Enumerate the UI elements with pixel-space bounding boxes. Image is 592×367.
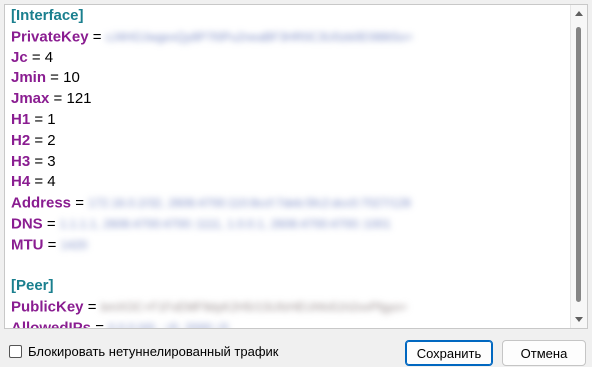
config-line: H3 = 3: [11, 152, 567, 173]
config-key: H2: [11, 131, 31, 149]
section-header: [Peer]: [11, 277, 54, 295]
config-key: H4: [11, 173, 31, 191]
config-value: 2: [47, 131, 56, 149]
equals-sign: =: [49, 90, 67, 108]
config-key: PrivateKey: [11, 28, 89, 46]
config-value-redacted: bmXOC+F1FxEMF9dyK2H5/1SUfzHEUhfo51h2ovPf…: [100, 300, 408, 315]
config-key: Jmin: [11, 69, 47, 87]
scroll-up-icon[interactable]: [575, 11, 583, 16]
config-line: AllowedIPs = 0.0.0.0/0, ::/0, 2000::/3: [11, 318, 567, 329]
config-key: H3: [11, 152, 31, 170]
equals-sign: =: [27, 48, 45, 66]
vertical-scrollbar[interactable]: [570, 5, 587, 328]
config-line: H2 = 2: [11, 131, 567, 152]
cancel-button[interactable]: Отмена: [502, 340, 586, 366]
equals-sign: =: [46, 69, 64, 87]
config-line: DNS = 1.1.1.1, 2606:4700:4700::1111, 1.0…: [11, 214, 567, 235]
config-key: Jc: [11, 48, 28, 66]
scroll-thumb[interactable]: [576, 27, 581, 302]
config-line: Jmax = 121: [11, 89, 567, 110]
config-key: AllowedIPs: [11, 319, 92, 329]
config-value: 1: [47, 110, 56, 128]
checkbox-icon[interactable]: [9, 345, 22, 358]
config-key: Jmax: [11, 90, 50, 108]
section-header: [Interface]: [11, 7, 84, 24]
config-value-redacted: 0.0.0.0/0, ::/0, 2000::/3: [108, 320, 229, 329]
config-key: Address: [11, 194, 72, 212]
checkbox-label: Блокировать нетуннелированный трафик: [28, 344, 279, 359]
equals-sign: =: [30, 173, 48, 191]
config-value: 4: [47, 173, 56, 191]
config-key: DNS: [11, 215, 43, 233]
config-line: H4 = 4: [11, 172, 567, 193]
config-value: 121: [66, 90, 92, 108]
config-line: [Peer]: [11, 276, 567, 297]
config-line: H1 = 1: [11, 110, 567, 131]
equals-sign: =: [30, 152, 48, 170]
config-value: 4: [44, 48, 54, 66]
equals-sign: =: [30, 110, 48, 128]
config-text-lines[interactable]: [Interface] PrivateKey = cJ4HOJwgexQy8P7l…: [11, 6, 567, 329]
config-value-redacted: 1.1.1.1, 2606:4700:4700::1111, 1.0.0.1, …: [59, 216, 391, 231]
block-untunneled-checkbox[interactable]: Блокировать нетуннелированный трафик: [9, 344, 278, 359]
equals-sign: =: [88, 28, 106, 46]
config-line: Jc = 4: [11, 48, 567, 69]
config-value-redacted: cJ4HOJwgexQy8P7l0Pu2neaBF3HR0C3U0zb0E088…: [105, 29, 413, 44]
equals-sign: =: [30, 131, 48, 149]
config-line: Address = 172.16.0.2/32, 2606:4700:110:8…: [11, 193, 567, 214]
equals-sign: =: [71, 194, 89, 212]
config-line: [Interface]: [11, 6, 567, 27]
equals-sign: =: [91, 319, 109, 329]
equals-sign: =: [42, 215, 60, 233]
config-line: [11, 256, 567, 277]
config-key: MTU: [11, 236, 44, 254]
config-line: PublicKey = bmXOC+F1FxEMF9dyK2H5/1SUfzHE…: [11, 297, 567, 318]
config-key: PublicKey: [11, 298, 84, 316]
equals-sign: =: [43, 236, 61, 254]
config-line: MTU = 1420: [11, 235, 567, 256]
config-value: 10: [63, 69, 80, 87]
scroll-down-icon[interactable]: [575, 317, 583, 322]
config-line: Jmin = 10: [11, 68, 567, 89]
config-value-redacted: 172.16.0.2/32, 2606:4700:110:8ccf:7deb:5…: [88, 196, 411, 211]
config-key: H1: [11, 110, 31, 128]
save-button[interactable]: Сохранить: [405, 340, 493, 366]
dialog-footer: Блокировать нетуннелированный трафик Сох…: [0, 333, 592, 367]
config-line: PrivateKey = cJ4HOJwgexQy8P7l0Pu2neaBF3H…: [11, 27, 567, 48]
config-editor[interactable]: [Interface] PrivateKey = cJ4HOJwgexQy8P7l…: [4, 4, 588, 329]
equals-sign: =: [83, 298, 101, 316]
config-value-redacted: 1420: [60, 237, 88, 252]
config-value: 3: [47, 152, 56, 170]
